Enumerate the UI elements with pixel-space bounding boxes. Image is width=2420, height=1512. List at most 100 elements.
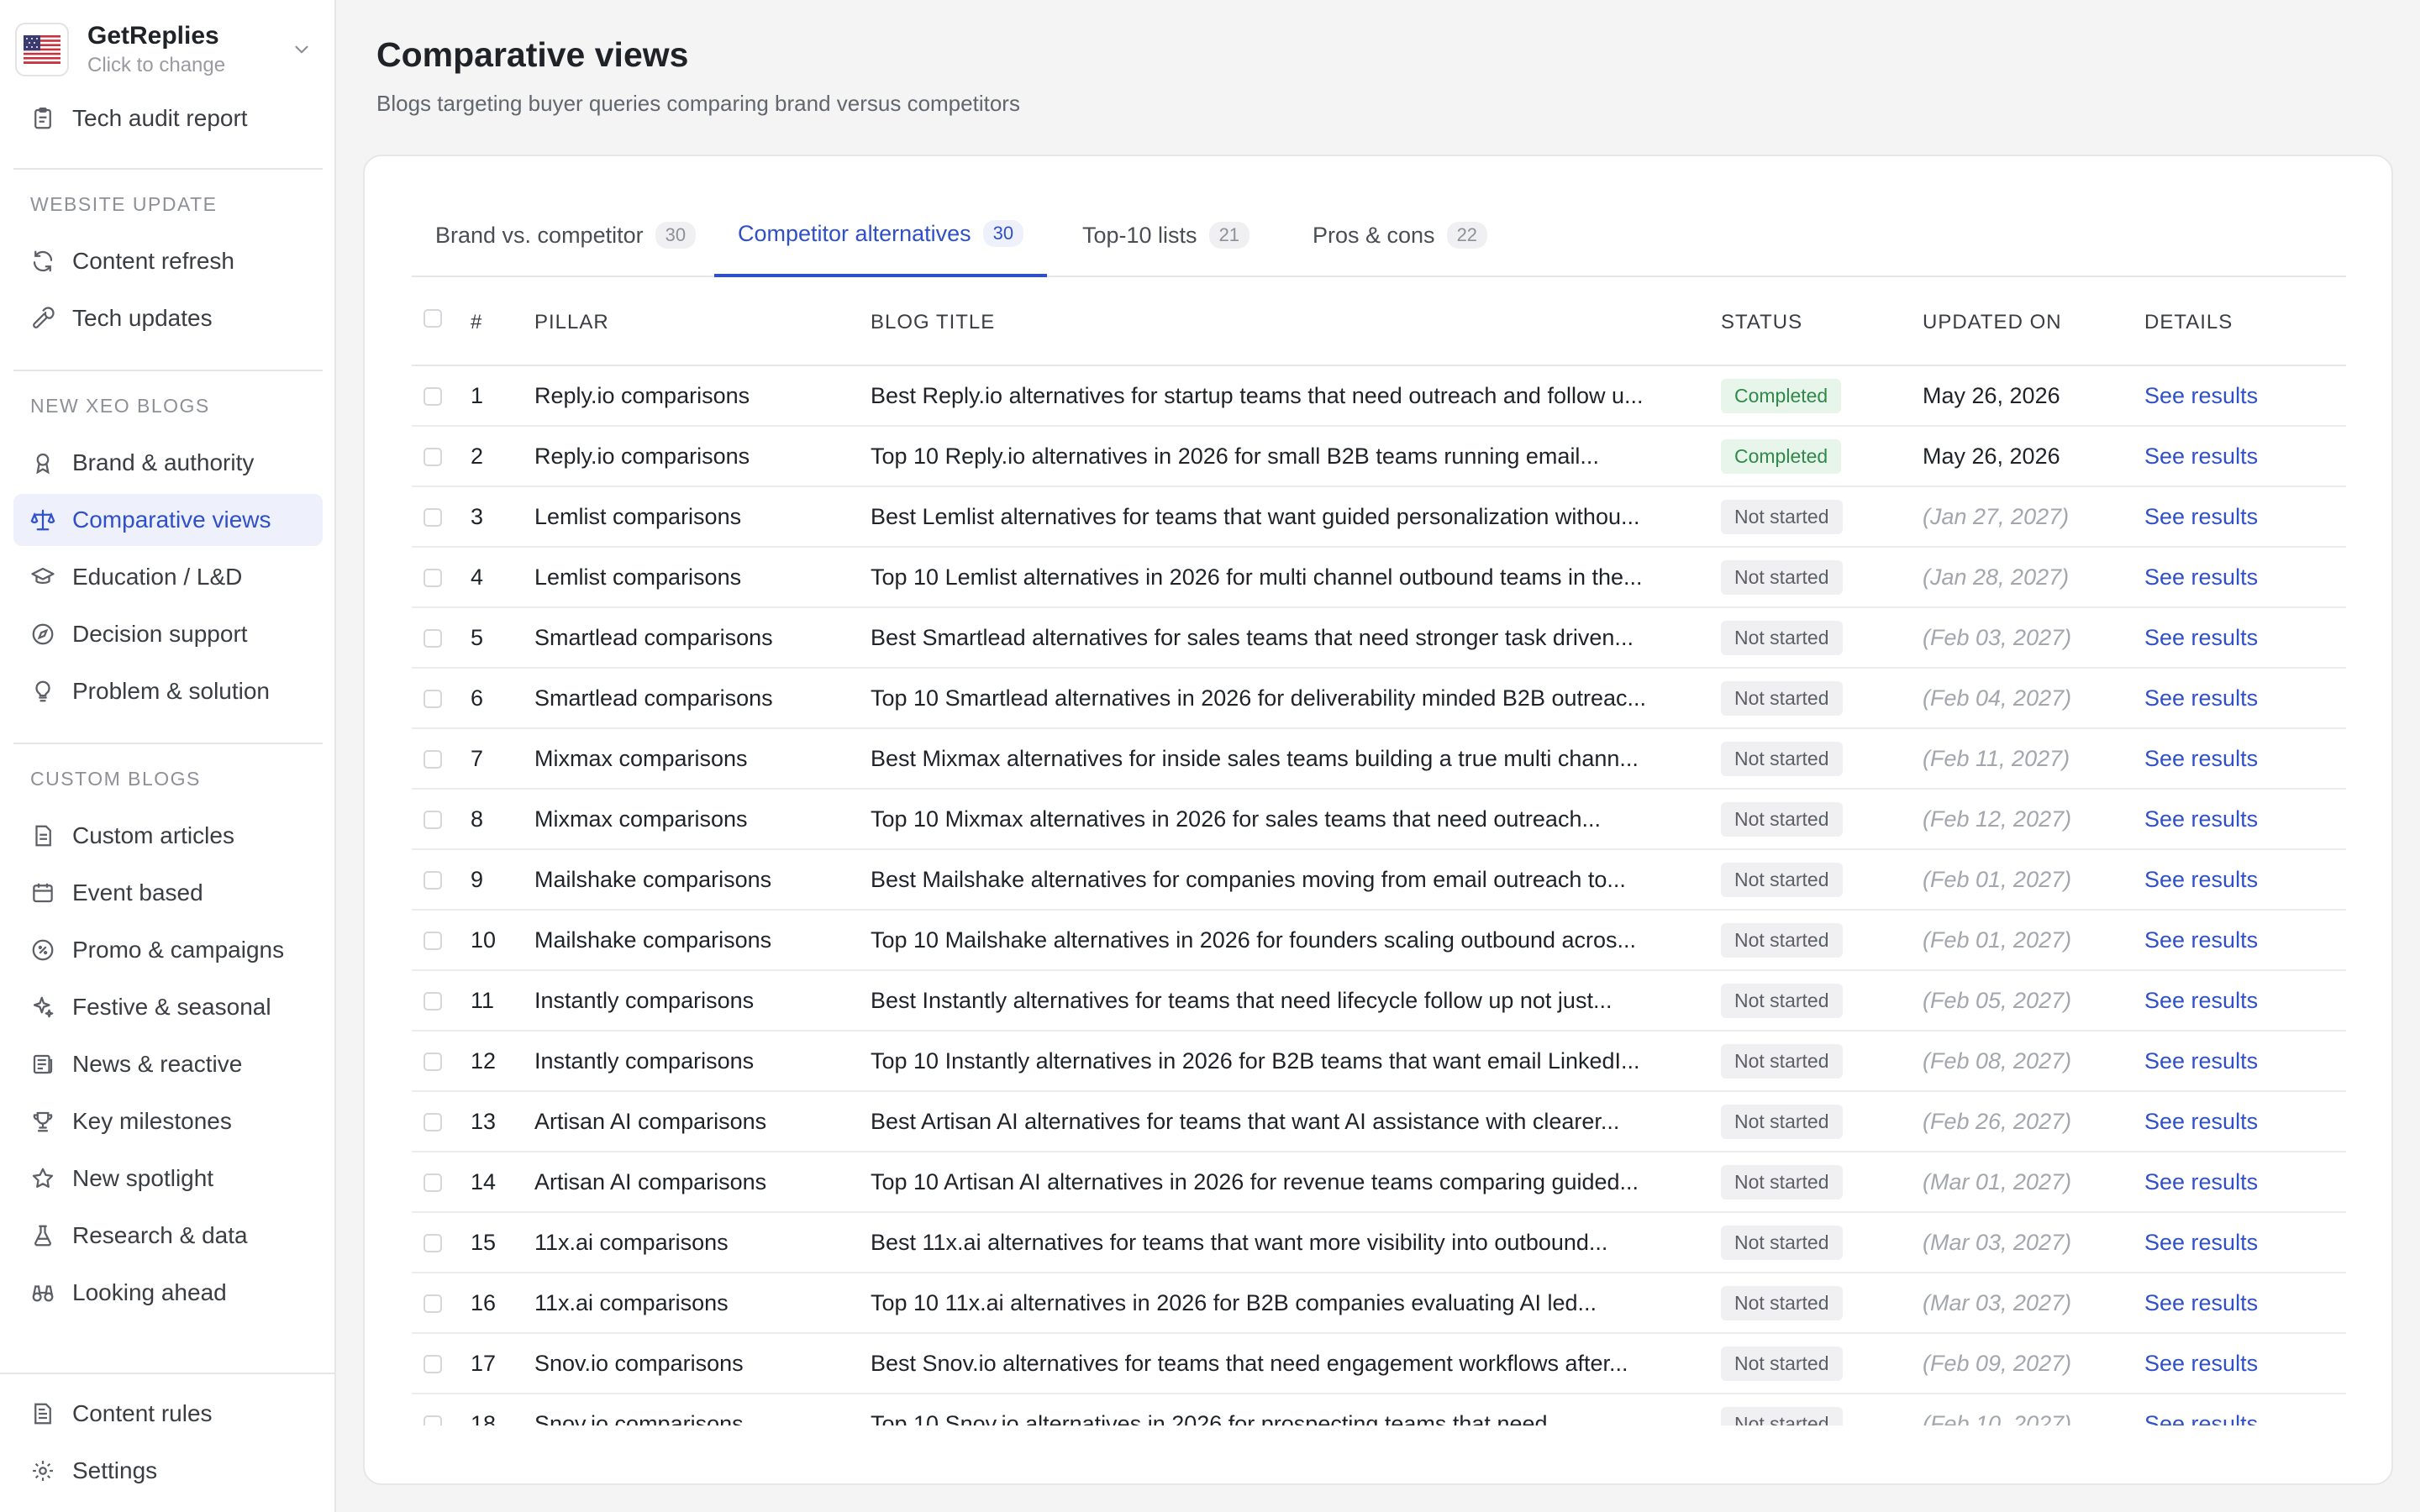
table-row[interactable]: 15 11x.ai comparisons Best 11x.ai alternat…: [412, 1213, 2346, 1273]
see-results-link[interactable]: See results: [2144, 1273, 2329, 1332]
row-checkbox[interactable]: [424, 1173, 442, 1192]
table-row[interactable]: 10 Mailshake comparisons Top 10 Mailshake …: [412, 911, 2346, 971]
table-row[interactable]: 13 Artisan AI comparisons Best Artisan AI …: [412, 1092, 2346, 1152]
tab-competitor-alternatives[interactable]: Competitor alternatives 30: [714, 193, 1048, 277]
row-checkbox[interactable]: [424, 1294, 442, 1313]
table-row[interactable]: 18 Snov.io comparisons Top 10 Snov.io alte…: [412, 1394, 2346, 1425]
row-checkbox[interactable]: [424, 448, 442, 466]
row-checkbox[interactable]: [424, 932, 442, 950]
sidebar-item-promo-campaigns[interactable]: Promo & campaigns: [13, 924, 323, 976]
see-results-link[interactable]: See results: [2144, 1152, 2329, 1211]
row-blog-title[interactable]: Best Lemlist alternatives for teams that…: [871, 487, 1702, 546]
row-checkbox[interactable]: [424, 629, 442, 648]
sidebar-item-content-rules[interactable]: Content rules: [13, 1388, 323, 1440]
row-blog-title[interactable]: Top 10 Reply.io alternatives in 2026 for…: [871, 427, 1702, 486]
table-row[interactable]: 12 Instantly comparisons Top 10 Instantly …: [412, 1032, 2346, 1092]
row-blog-title[interactable]: Top 10 Mailshake alternatives in 2026 fo…: [871, 911, 1702, 969]
see-results-link[interactable]: See results: [2144, 729, 2329, 788]
row-blog-title[interactable]: Best 11x.ai alternatives for teams that …: [871, 1213, 1702, 1272]
see-results-link[interactable]: See results: [2144, 1092, 2329, 1151]
row-checkbox[interactable]: [424, 569, 442, 587]
table-row[interactable]: 9 Mailshake comparisons Best Mailshake alt…: [412, 850, 2346, 911]
row-blog-title[interactable]: Best Instantly alternatives for teams th…: [871, 971, 1702, 1030]
row-blog-title[interactable]: Top 10 Artisan AI alternatives in 2026 f…: [871, 1152, 1702, 1211]
row-blog-title[interactable]: Best Snov.io alternatives for teams that…: [871, 1334, 1702, 1393]
row-blog-title[interactable]: Best Mailshake alternatives for companie…: [871, 850, 1702, 909]
row-checkbox[interactable]: [424, 1234, 442, 1252]
tab-top-10-lists[interactable]: Top-10 lists 21: [1059, 193, 1273, 277]
sidebar-item-problem-solution[interactable]: Problem & solution: [13, 665, 323, 717]
table-row[interactable]: 14 Artisan AI comparisons Top 10 Artisan A…: [412, 1152, 2346, 1213]
tab-pros-cons[interactable]: Pros & cons 22: [1289, 193, 1511, 277]
row-blog-title[interactable]: Top 10 Mixmax alternatives in 2026 for s…: [871, 790, 1702, 848]
sidebar-item-tech-updates[interactable]: Tech updates: [13, 292, 323, 344]
table-row[interactable]: 17 Snov.io comparisons Best Snov.io altern…: [412, 1334, 2346, 1394]
table-row[interactable]: 4 Lemlist comparisons Top 10 Lemlist alter…: [412, 548, 2346, 608]
row-checkbox[interactable]: [424, 811, 442, 829]
table-scroll-area[interactable]: # PILLAR BLOG TITLE STATUS UPDATED ON DE…: [412, 277, 2346, 1425]
sidebar-item-education[interactable]: Education / L&D: [13, 551, 323, 603]
sidebar-item-tech-audit-report[interactable]: Tech audit report: [13, 92, 323, 144]
row-blog-title[interactable]: Best Artisan AI alternatives for teams t…: [871, 1092, 1702, 1151]
table-row[interactable]: 5 Smartlead comparisons Best Smartlead alt…: [412, 608, 2346, 669]
see-results-link[interactable]: See results: [2144, 971, 2329, 1030]
sidebar-item-custom-articles[interactable]: Custom articles: [13, 810, 323, 862]
table-row[interactable]: 2 Reply.io comparisons Top 10 Reply.io alt…: [412, 427, 2346, 487]
sidebar-item-content-refresh[interactable]: Content refresh: [13, 235, 323, 287]
see-results-link[interactable]: See results: [2144, 548, 2329, 606]
row-blog-title[interactable]: Best Mixmax alternatives for inside sale…: [871, 729, 1702, 788]
see-results-link[interactable]: See results: [2144, 1394, 2329, 1426]
see-results-link[interactable]: See results: [2144, 1334, 2329, 1393]
table-row[interactable]: 11 Instantly comparisons Best Instantly al…: [412, 971, 2346, 1032]
see-results-link[interactable]: See results: [2144, 669, 2329, 727]
row-checkbox[interactable]: [424, 871, 442, 890]
see-results-link[interactable]: See results: [2144, 608, 2329, 667]
table-row[interactable]: 7 Mixmax comparisons Best Mixmax alternati…: [412, 729, 2346, 790]
row-checkbox[interactable]: [424, 1355, 442, 1373]
sidebar-item-comparative-views[interactable]: Comparative views: [13, 494, 323, 546]
row-blog-title[interactable]: Top 10 11x.ai alternatives in 2026 for B…: [871, 1273, 1702, 1332]
row-checkbox[interactable]: [424, 1053, 442, 1071]
row-blog-title[interactable]: Top 10 Smartlead alternatives in 2026 fo…: [871, 669, 1702, 727]
sidebar-item-new-spotlight[interactable]: New spotlight: [13, 1152, 323, 1205]
see-results-link[interactable]: See results: [2144, 1213, 2329, 1272]
row-blog-title[interactable]: Top 10 Instantly alternatives in 2026 fo…: [871, 1032, 1702, 1090]
sidebar-item-settings[interactable]: Settings: [13, 1445, 323, 1497]
workspace-switcher[interactable]: GetReplies Click to change: [15, 12, 321, 87]
row-checkbox[interactable]: [424, 690, 442, 708]
select-all-checkbox[interactable]: [424, 309, 442, 328]
row-blog-title[interactable]: Best Smartlead alternatives for sales te…: [871, 608, 1702, 667]
sidebar-item-key-milestones[interactable]: Key milestones: [13, 1095, 323, 1147]
table-row[interactable]: 6 Smartlead comparisons Top 10 Smartlead a…: [412, 669, 2346, 729]
table-row[interactable]: 3 Lemlist comparisons Best Lemlist alterna…: [412, 487, 2346, 548]
see-results-link[interactable]: See results: [2144, 427, 2329, 486]
table-row[interactable]: 16 11x.ai comparisons Top 10 11x.ai altern…: [412, 1273, 2346, 1334]
sidebar-item-looking-ahead[interactable]: Looking ahead: [13, 1267, 323, 1319]
tab-brand-vs-competitor[interactable]: Brand vs. competitor 30: [412, 193, 719, 277]
row-blog-title[interactable]: Top 10 Lemlist alternatives in 2026 for …: [871, 548, 1702, 606]
row-checkbox[interactable]: [424, 750, 442, 769]
row-blog-title[interactable]: Best Reply.io alternatives for startup t…: [871, 366, 1702, 425]
row-blog-title[interactable]: Top 10 Snov.io alternatives in 2026 for …: [871, 1394, 1702, 1426]
row-checkbox[interactable]: [424, 508, 442, 527]
see-results-link[interactable]: See results: [2144, 850, 2329, 909]
sidebar-item-research-data[interactable]: Research & data: [13, 1210, 323, 1262]
table-row[interactable]: 8 Mixmax comparisons Top 10 Mixmax alterna…: [412, 790, 2346, 850]
see-results-link[interactable]: See results: [2144, 911, 2329, 969]
divider: [13, 370, 323, 371]
row-checkbox[interactable]: [424, 387, 442, 406]
table-row[interactable]: 1 Reply.io comparisons Best Reply.io alter…: [412, 366, 2346, 427]
see-results-link[interactable]: See results: [2144, 790, 2329, 848]
sidebar-item-event-based[interactable]: Event based: [13, 867, 323, 919]
sidebar-item-decision-support[interactable]: Decision support: [13, 608, 323, 660]
sidebar-item-news-reactive[interactable]: News & reactive: [13, 1038, 323, 1090]
sidebar-item-festive-seasonal[interactable]: Festive & seasonal: [13, 981, 323, 1033]
row-checkbox[interactable]: [424, 1415, 442, 1425]
row-checkbox[interactable]: [424, 1113, 442, 1131]
see-results-link[interactable]: See results: [2144, 366, 2329, 425]
page-subtitle: Blogs targeting buyer queries comparing …: [376, 91, 1020, 116]
see-results-link[interactable]: See results: [2144, 1032, 2329, 1090]
row-checkbox[interactable]: [424, 992, 442, 1011]
see-results-link[interactable]: See results: [2144, 487, 2329, 546]
sidebar-item-brand-authority[interactable]: Brand & authority: [13, 437, 323, 489]
